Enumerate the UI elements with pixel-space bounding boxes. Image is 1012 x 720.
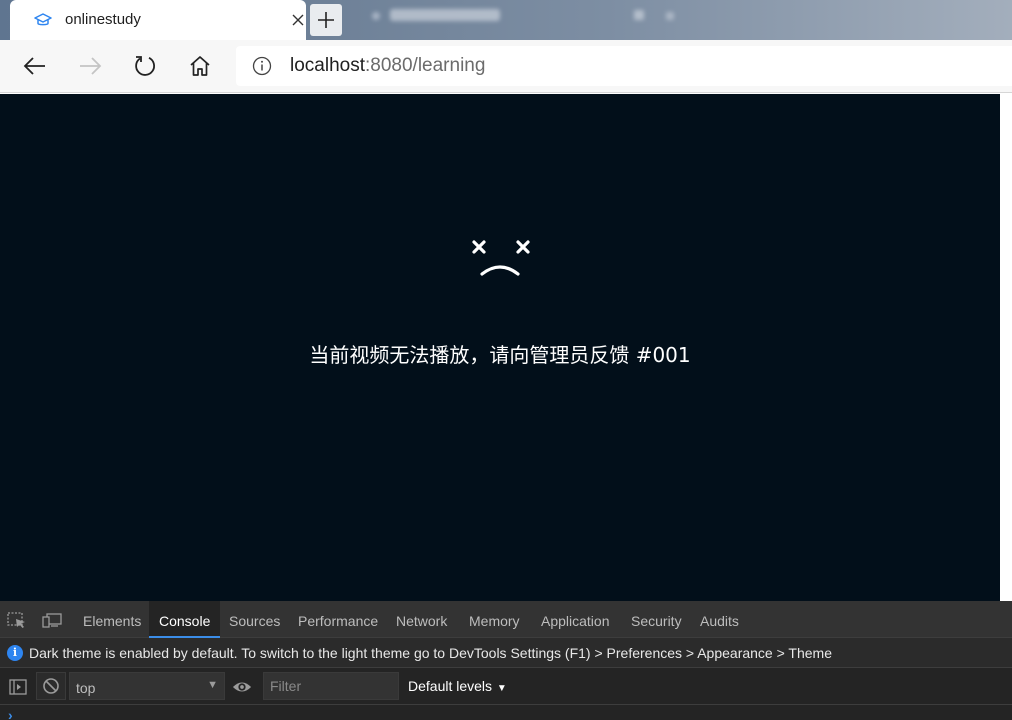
forward-button[interactable] (73, 50, 107, 82)
devtools-tab-console[interactable]: Console (149, 601, 221, 638)
devtools-tab-network[interactable]: Network (396, 601, 447, 638)
video-error-message: 当前视频无法播放，请向管理员反馈 #001 (309, 343, 691, 367)
back-arrow-icon (23, 57, 45, 75)
home-icon (190, 56, 210, 76)
info-icon: i (7, 645, 23, 661)
blurred-tab[interactable] (660, 4, 700, 28)
devtools-tab-sources[interactable]: Sources (229, 601, 280, 638)
sidebar-toggle-icon[interactable] (8, 677, 28, 697)
blurred-tab[interactable] (356, 4, 656, 28)
log-levels-dropdown[interactable]: Default levels ▼ (408, 678, 507, 694)
refresh-icon (135, 56, 155, 76)
tab-strip: onlinestudy (0, 0, 1012, 40)
graduation-cap-icon (34, 13, 52, 26)
eye-icon[interactable] (232, 677, 252, 697)
context-selector[interactable]: top ▼ (69, 672, 225, 700)
url-text[interactable]: localhost:8080/learning (290, 55, 485, 77)
devtools-tab-application[interactable]: Application (541, 601, 610, 638)
home-button[interactable] (183, 50, 217, 82)
devtools-tab-bar: Elements Console Sources Performance Net… (0, 601, 1012, 638)
forward-arrow-icon (80, 57, 102, 75)
device-toolbar-icon[interactable] (42, 611, 62, 629)
triangle-down-icon: ▼ (494, 683, 507, 694)
plus-icon (318, 12, 334, 28)
devtools-tab-performance[interactable]: Performance (298, 601, 378, 638)
page-content: 当前视频无法播放，请向管理员反馈 #001 (0, 94, 1012, 601)
banner-text: Dark theme is enabled by default. To swi… (29, 645, 832, 661)
refresh-button[interactable] (128, 50, 162, 82)
devtools-tab-security[interactable]: Security (631, 601, 682, 638)
back-button[interactable] (18, 50, 52, 82)
chevron-down-icon: ▼ (207, 679, 218, 691)
console-prompt[interactable]: › (8, 707, 13, 720)
tab-title: onlinestudy (65, 11, 141, 28)
url-host: localhost (290, 55, 365, 76)
devtools-tab-memory[interactable]: Memory (469, 601, 520, 638)
devtools-tab-elements[interactable]: Elements (83, 601, 141, 638)
dark-theme-banner: i Dark theme is enabled by default. To s… (0, 638, 1012, 668)
browser-toolbar: localhost:8080/learning (0, 40, 1012, 93)
devtools-tab-audits[interactable]: Audits (700, 601, 739, 638)
inspect-element-icon[interactable] (7, 611, 27, 629)
context-value: top (76, 680, 96, 696)
sad-face-icon (472, 240, 530, 276)
url-path: :8080/learning (365, 55, 486, 76)
filter-input[interactable] (263, 672, 399, 700)
devtools-panel: Elements Console Sources Performance Net… (0, 601, 1012, 720)
tab-onlinestudy[interactable]: onlinestudy (10, 0, 306, 40)
video-player[interactable]: 当前视频无法播放，请向管理员反馈 #001 (0, 94, 1000, 601)
close-icon[interactable] (290, 10, 306, 30)
new-tab-button[interactable] (310, 4, 342, 36)
clear-console-button[interactable] (36, 672, 66, 700)
clear-console-icon (43, 678, 59, 694)
info-icon[interactable] (252, 56, 272, 76)
console-toolbar: top ▼ Default levels ▼ (0, 668, 1012, 705)
log-levels-label: Default levels (408, 678, 493, 694)
address-bar[interactable]: localhost:8080/learning (236, 46, 1012, 86)
